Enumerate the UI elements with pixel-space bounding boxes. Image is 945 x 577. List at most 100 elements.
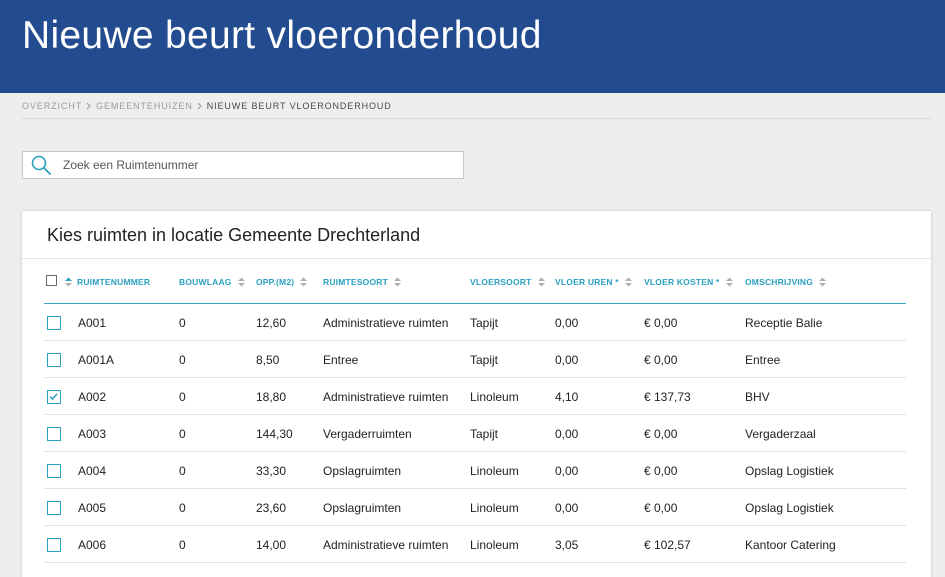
sort-icon [725,277,734,287]
table-cell-omschrijving: Entree [745,353,781,367]
table-cell-ruimtenummer: A005 [78,501,107,515]
chevron-right-icon [82,101,96,111]
card-title: Kies ruimten in locatie Gemeente Drechte… [47,225,421,245]
rooms-card: Kies ruimten in locatie Gemeente Drechte… [22,211,931,577]
table-cell-omschrijving: Opslag Logistiek [745,464,834,478]
table-cell-ruimtenummer: A002 [78,390,107,404]
search-icon [29,153,53,177]
col-header-ruimtenummer[interactable]: RUIMTENUMMER [64,277,150,287]
table-cell-bouwlaag: 0 [179,501,186,515]
table-cell-opp-m2: 23,60 [256,501,287,515]
table-cell-vloersoort: Linoleum [470,464,519,478]
table-row[interactable]: A004 0 33,30 Opslagruimten Linoleum 0,00 € 0,0… [44,452,906,489]
sort-icon [818,277,827,287]
table-cell-bouwlaag: 0 [179,427,186,441]
col-header-ruimtesoort[interactable]: RUIMTESOORT [323,277,402,287]
table-cell-vloer-uren: 3,05 [555,538,579,552]
breadcrumb-divider [22,118,931,119]
table-cell-bouwlaag: 0 [179,390,186,404]
table-cell-ruimtenummer: A001A [78,353,115,367]
table-cell-vloer-uren: 0,00 [555,353,579,367]
search-box[interactable] [22,151,464,179]
table-cell-bouwlaag: 0 [179,464,186,478]
table-body: A001 0 12,60 Administratieve ruimten Tapijt 0… [44,304,906,563]
row-checkbox[interactable] [47,316,61,330]
table-cell-vloer-uren: 0,00 [555,501,579,515]
table-row[interactable]: A001A 0 8,50 Entree Tapijt 0,00 € 0,00 Entree [44,341,906,378]
table-row[interactable]: A001 0 12,60 Administratieve ruimten Tapijt 0… [44,304,906,341]
chevron-right-icon [193,101,207,111]
page-title: Nieuwe beurt vloeronderhoud [22,14,542,57]
table-cell-omschrijving: Vergaderzaal [745,427,816,441]
table-cell-opp-m2: 33,30 [256,464,287,478]
table-cell-opp-m2: 14,00 [256,538,287,552]
table-cell-bouwlaag: 0 [179,538,186,552]
row-checkbox[interactable] [47,538,61,552]
breadcrumb: OVERZICHT GEMEENTEHUIZEN NIEUWE BEURT VL… [22,101,392,111]
table-cell-vloer-kosten: € 0,00 [644,464,678,478]
table-cell-vloer-uren: 0,00 [555,316,579,330]
table-cell-ruimtesoort: Vergaderruimten [323,427,412,441]
table-cell-ruimtesoort: Administratieve ruimten [323,538,449,552]
row-checkbox[interactable] [47,501,61,515]
card-divider [22,258,931,259]
table-cell-vloersoort: Tapijt [470,427,499,441]
table-cell-omschrijving: BHV [745,390,770,404]
table-row[interactable]: A002 0 18,80 Administratieve ruimten Linoleu… [44,378,906,415]
table-cell-opp-m2: 12,60 [256,316,287,330]
page-header: Nieuwe beurt vloeronderhoud [0,0,945,93]
row-checkbox[interactable] [47,427,61,441]
table-cell-ruimtenummer: A003 [78,427,107,441]
table-cell-omschrijving: Opslag Logistiek [745,501,834,515]
col-header-oppervlakte[interactable]: OPP.(M2) [256,277,308,287]
col-header-vloer-kosten[interactable]: VLOER KOSTEN * [644,277,734,287]
breadcrumb-current: NIEUWE BEURT VLOERONDERHOUD [206,101,392,111]
table-cell-vloer-uren: 4,10 [555,390,579,404]
table-row[interactable]: A006 0 14,00 Administratieve ruimten Linoleu… [44,526,906,563]
sort-icon [237,277,246,287]
col-header-bouwlaag[interactable]: BOUWLAAG [179,277,246,287]
sort-icon [537,277,546,287]
sort-icon [299,277,308,287]
checkmark-icon [49,393,58,401]
table-cell-ruimtesoort: Administratieve ruimten [323,316,449,330]
table-cell-vloer-uren: 0,00 [555,427,579,441]
table-cell-vloer-kosten: € 0,00 [644,501,678,515]
table-row[interactable]: A003 0 144,30 Vergaderruimten Tapijt 0,00 € 0,… [44,415,906,452]
table-cell-ruimtenummer: A001 [78,316,107,330]
table-cell-ruimtesoort: Entree [323,353,359,367]
row-checkbox[interactable] [47,353,61,367]
row-checkbox[interactable] [47,390,61,404]
row-checkbox[interactable] [47,464,61,478]
table-cell-omschrijving: Kantoor Catering [745,538,836,552]
breadcrumb-overzicht[interactable]: OVERZICHT [22,101,82,111]
table-cell-bouwlaag: 0 [179,316,186,330]
col-header-vloersoort[interactable]: VLOERSOORT [470,277,546,287]
table-row[interactable]: A005 0 23,60 Opslagruimten Linoleum 0,00 € 0,0… [44,489,906,526]
table-cell-ruimtenummer: A004 [78,464,107,478]
table-cell-vloer-uren: 0,00 [555,464,579,478]
col-header-omschrijving[interactable]: OMSCHRIJVING [745,277,827,287]
sort-icon [393,277,402,287]
table-cell-vloer-kosten: € 0,00 [644,353,678,367]
table-cell-ruimtesoort: Opslagruimten [323,501,402,515]
table-cell-vloer-kosten: € 137,73 [644,390,691,404]
col-header-vloer-uren[interactable]: VLOER UREN * [555,277,633,287]
rooms-table: RUIMTENUMMER BOUWLAAG OPP.(M2) RUIMTESOO… [44,265,906,563]
select-all-checkbox[interactable] [46,275,57,286]
table-cell-ruimtesoort: Opslagruimten [323,464,402,478]
table-cell-opp-m2: 144,30 [256,427,293,441]
table-cell-vloer-kosten: € 0,00 [644,427,678,441]
table-cell-omschrijving: Receptie Balie [745,316,823,330]
search-input[interactable] [63,158,443,172]
breadcrumb-gemeentehuizen[interactable]: GEMEENTEHUIZEN [96,101,193,111]
table-cell-opp-m2: 18,80 [256,390,287,404]
table-cell-vloer-kosten: € 0,00 [644,316,678,330]
table-cell-vloersoort: Linoleum [470,501,519,515]
table-cell-vloersoort: Tapijt [470,353,499,367]
sort-icon [64,277,73,287]
table-cell-ruimtesoort: Administratieve ruimten [323,390,449,404]
table-cell-ruimtenummer: A006 [78,538,107,552]
sort-icon [624,277,633,287]
table-cell-opp-m2: 8,50 [256,353,280,367]
